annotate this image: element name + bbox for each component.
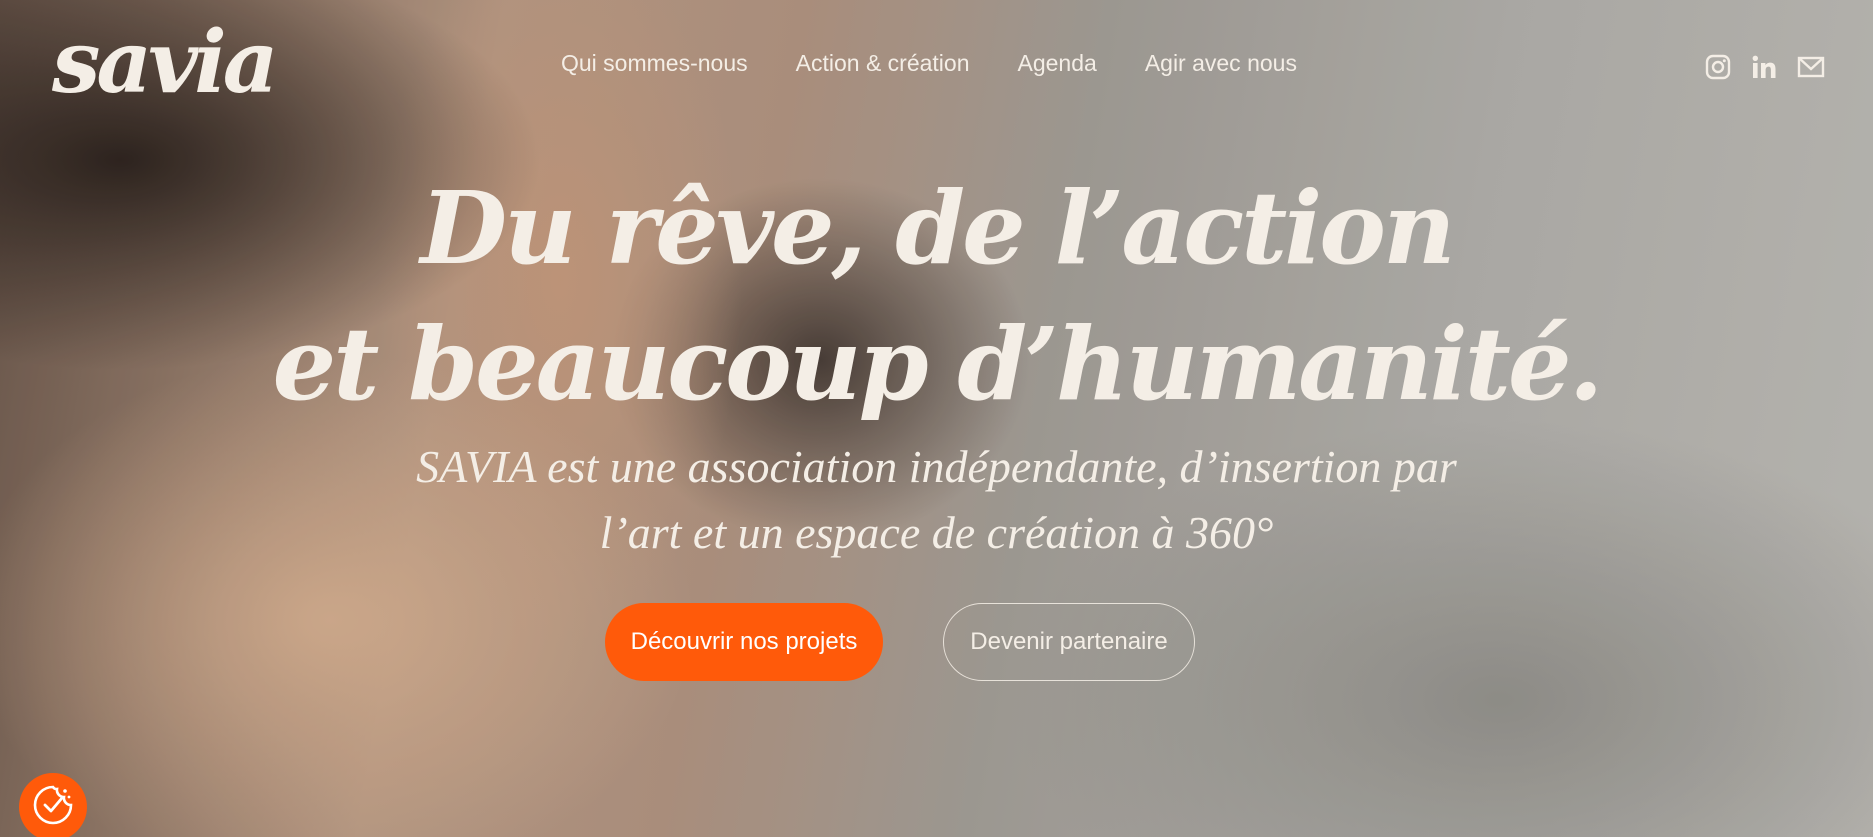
- hero-subtitle-line-2: l’art et un espace de création à 360°: [599, 507, 1274, 558]
- cookie-consent-button[interactable]: [19, 773, 87, 837]
- site-logo[interactable]: savia: [52, 20, 279, 106]
- main-nav: Qui sommes-nous Action & création Agenda…: [561, 50, 1297, 77]
- nav-item-agenda[interactable]: Agenda: [1018, 50, 1097, 77]
- hero-headline: Du rêve, de l’action et beaucoup d’human…: [0, 160, 1873, 432]
- nav-item-agir-avec-nous[interactable]: Agir avec nous: [1145, 50, 1297, 77]
- cookie-check-icon: [31, 783, 75, 832]
- hero-subtitle: SAVIA est une association indépendante, …: [0, 434, 1873, 566]
- social-links: [1705, 54, 1825, 80]
- mail-icon[interactable]: [1797, 54, 1825, 80]
- linkedin-icon[interactable]: [1751, 54, 1777, 80]
- hero-headline-line-1: Du rêve, de l’action: [420, 169, 1455, 287]
- instagram-icon[interactable]: [1705, 54, 1731, 80]
- nav-item-qui-sommes-nous[interactable]: Qui sommes-nous: [561, 50, 748, 77]
- hero-subtitle-line-1: SAVIA est une association indépendante, …: [416, 441, 1457, 492]
- nav-item-action-creation[interactable]: Action & création: [796, 50, 970, 77]
- become-partner-button[interactable]: Devenir partenaire: [943, 603, 1195, 681]
- hero-headline-line-2: et beaucoup d’humanité.: [272, 305, 1604, 423]
- discover-projects-button[interactable]: Découvrir nos projets: [605, 603, 883, 681]
